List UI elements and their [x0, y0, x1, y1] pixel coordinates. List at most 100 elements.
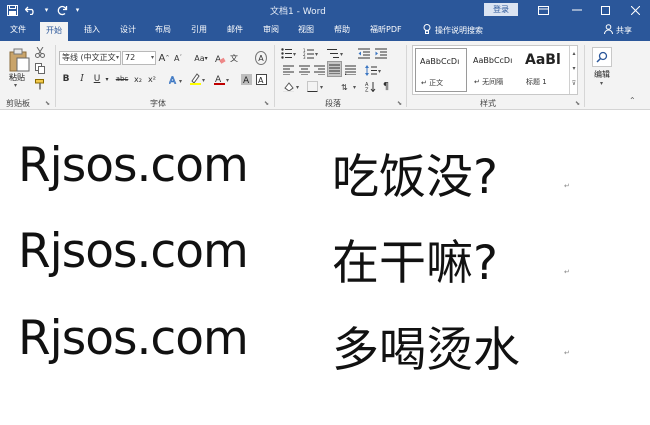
customize-icon[interactable]: ▾: [73, 2, 82, 18]
minimize-icon[interactable]: [566, 2, 588, 18]
redo-icon[interactable]: [54, 2, 70, 18]
tab-file[interactable]: 文件: [10, 24, 26, 35]
svg-text:A: A: [243, 76, 250, 85]
font-launcher-icon[interactable]: ⬊: [264, 100, 269, 107]
italic-button[interactable]: I: [77, 72, 87, 86]
undo-icon[interactable]: [23, 2, 39, 18]
align-center-icon[interactable]: [298, 63, 310, 77]
grow-font-icon[interactable]: A ^: [158, 51, 170, 65]
clipboard-launcher-icon[interactable]: ⬊: [45, 100, 50, 107]
tab-foxit-pdf[interactable]: 福昕PDF: [370, 24, 402, 35]
style-normal[interactable]: AaBbCcDı ↵ 正文: [415, 48, 467, 92]
styles-scroll[interactable]: ▴ ▾ ⊽: [569, 46, 578, 94]
tab-insert[interactable]: 插入: [84, 24, 100, 35]
style-name: 标题 1: [526, 78, 547, 86]
tell-me-search[interactable]: 操作说明搜索: [423, 24, 483, 36]
close-icon[interactable]: [624, 2, 646, 18]
person-icon: [604, 24, 613, 36]
shrink-font-icon[interactable]: Aˇ: [172, 51, 184, 65]
justify-icon[interactable]: [327, 61, 342, 77]
styles-gallery: AaBbCcDı ↵ 正文 AaBbCcDı ↵ 无间隔 AaBl 标题 1 ▴…: [412, 45, 578, 95]
font-color-icon[interactable]: A ▾: [213, 72, 233, 86]
collapse-ribbon-icon[interactable]: ⌃: [629, 96, 636, 105]
tab-references[interactable]: 引用: [191, 24, 207, 35]
underline-dropdown-icon[interactable]: ▾: [103, 72, 111, 86]
svg-text:▾: ▾: [315, 51, 318, 58]
subscript-button[interactable]: x₂: [132, 72, 144, 86]
shading-icon[interactable]: ▾: [282, 79, 304, 93]
style-heading-1[interactable]: AaBl 标题 1: [521, 48, 573, 92]
bold-button[interactable]: B: [61, 72, 71, 86]
latin-text: Rjsos.com: [18, 311, 249, 366]
character-shading-icon[interactable]: A: [240, 72, 252, 86]
tab-layout[interactable]: 布局: [155, 24, 171, 35]
text-effects-icon[interactable]: A ▾: [168, 72, 186, 86]
chevron-down-icon: ▾: [115, 54, 119, 61]
style-sample: AaBbCcDı: [420, 57, 460, 66]
enclose-characters-icon[interactable]: A: [255, 51, 267, 65]
tab-design[interactable]: 设计: [120, 24, 136, 35]
ribbon-display-icon[interactable]: [532, 2, 554, 18]
paste-dropdown-icon[interactable]: ▾: [14, 82, 17, 89]
underline-button[interactable]: U: [92, 72, 102, 86]
font-name-value: 等线 (中文正文: [62, 53, 116, 62]
share-label: 共享: [616, 25, 632, 35]
styles-launcher-icon[interactable]: ⬊: [575, 100, 580, 107]
decrease-indent-icon[interactable]: [357, 46, 371, 60]
format-painter-icon[interactable]: [33, 77, 47, 91]
svg-text:▾: ▾: [320, 84, 323, 91]
chinese-layout-icon[interactable]: ⇅ ▾: [340, 79, 360, 93]
font-name-combo[interactable]: 等线 (中文正文 ▾: [59, 51, 121, 65]
bullets-icon[interactable]: ▾: [280, 46, 300, 60]
editing-label[interactable]: 编辑: [594, 69, 610, 80]
find-icon[interactable]: [592, 47, 612, 67]
font-size-combo[interactable]: 72 ▾: [122, 51, 156, 65]
title-bar: ▾ ▾ 文档1 - Word 登录: [0, 0, 650, 20]
save-icon[interactable]: [4, 2, 20, 18]
paragraph-mark: ↵: [564, 268, 570, 276]
multilevel-list-icon[interactable]: ▾: [326, 46, 346, 60]
share-button[interactable]: 共享: [604, 24, 632, 36]
svg-text:▾: ▾: [202, 77, 205, 84]
document-page[interactable]: Rjsos.com 吃饭没? ↵ Rjsos.com 在干嘛? ↵ Rjsos.…: [0, 111, 650, 425]
character-border-icon[interactable]: A: [255, 72, 267, 86]
strikethrough-button[interactable]: abc: [114, 72, 130, 86]
phonetic-guide-icon[interactable]: 文: [228, 51, 240, 65]
lightbulb-icon: [423, 24, 431, 36]
copy-icon[interactable]: [33, 61, 47, 75]
show-marks-icon[interactable]: ¶: [380, 79, 392, 93]
ribbon: 粘贴 ▾ 剪贴板 ⬊ 等线 (中文正文 ▾ 72 ▾ A ^ Aˇ Aa ▾ A 文…: [0, 41, 650, 110]
more-styles-icon[interactable]: ⊽: [570, 76, 578, 91]
increase-indent-icon[interactable]: [374, 46, 388, 60]
quick-access-toolbar: ▾ ▾: [4, 2, 82, 18]
clear-formatting-icon[interactable]: A: [214, 51, 226, 65]
clipboard-group-label: 剪贴板: [6, 99, 30, 108]
align-left-icon[interactable]: [282, 63, 294, 77]
tab-help[interactable]: 帮助: [334, 24, 350, 35]
highlight-icon[interactable]: ▾: [189, 72, 209, 86]
distributed-icon[interactable]: [344, 63, 356, 77]
sort-icon[interactable]: AZ: [364, 79, 376, 93]
align-right-icon[interactable]: [313, 63, 325, 77]
paragraph-launcher-icon[interactable]: ⬊: [397, 100, 402, 107]
style-no-spacing[interactable]: AaBbCcDı ↵ 无间隔: [469, 48, 521, 92]
maximize-icon[interactable]: [594, 2, 616, 18]
line-spacing-icon[interactable]: ▾: [364, 63, 384, 77]
editing-dropdown-icon[interactable]: ▾: [600, 80, 603, 87]
svg-text:▾: ▾: [226, 77, 229, 84]
cut-icon[interactable]: [33, 45, 47, 59]
tab-review[interactable]: 审阅: [263, 24, 279, 35]
svg-text:⇅: ⇅: [341, 83, 348, 92]
superscript-button[interactable]: x²: [146, 72, 158, 86]
tab-view[interactable]: 视图: [298, 24, 314, 35]
numbering-icon[interactable]: 1 2 3 ▾: [302, 46, 322, 60]
undo-dropdown-icon[interactable]: ▾: [42, 2, 51, 18]
chevron-down-icon[interactable]: ▾: [570, 61, 578, 76]
tab-mailings[interactable]: 邮件: [227, 24, 243, 35]
borders-icon[interactable]: ▾: [306, 79, 328, 93]
chevron-up-icon[interactable]: ▴: [570, 46, 578, 61]
login-button[interactable]: 登录: [484, 3, 518, 16]
paste-icon[interactable]: [6, 47, 32, 73]
change-case-icon[interactable]: Aa ▾: [192, 51, 210, 65]
tab-home[interactable]: 开始: [40, 22, 68, 41]
